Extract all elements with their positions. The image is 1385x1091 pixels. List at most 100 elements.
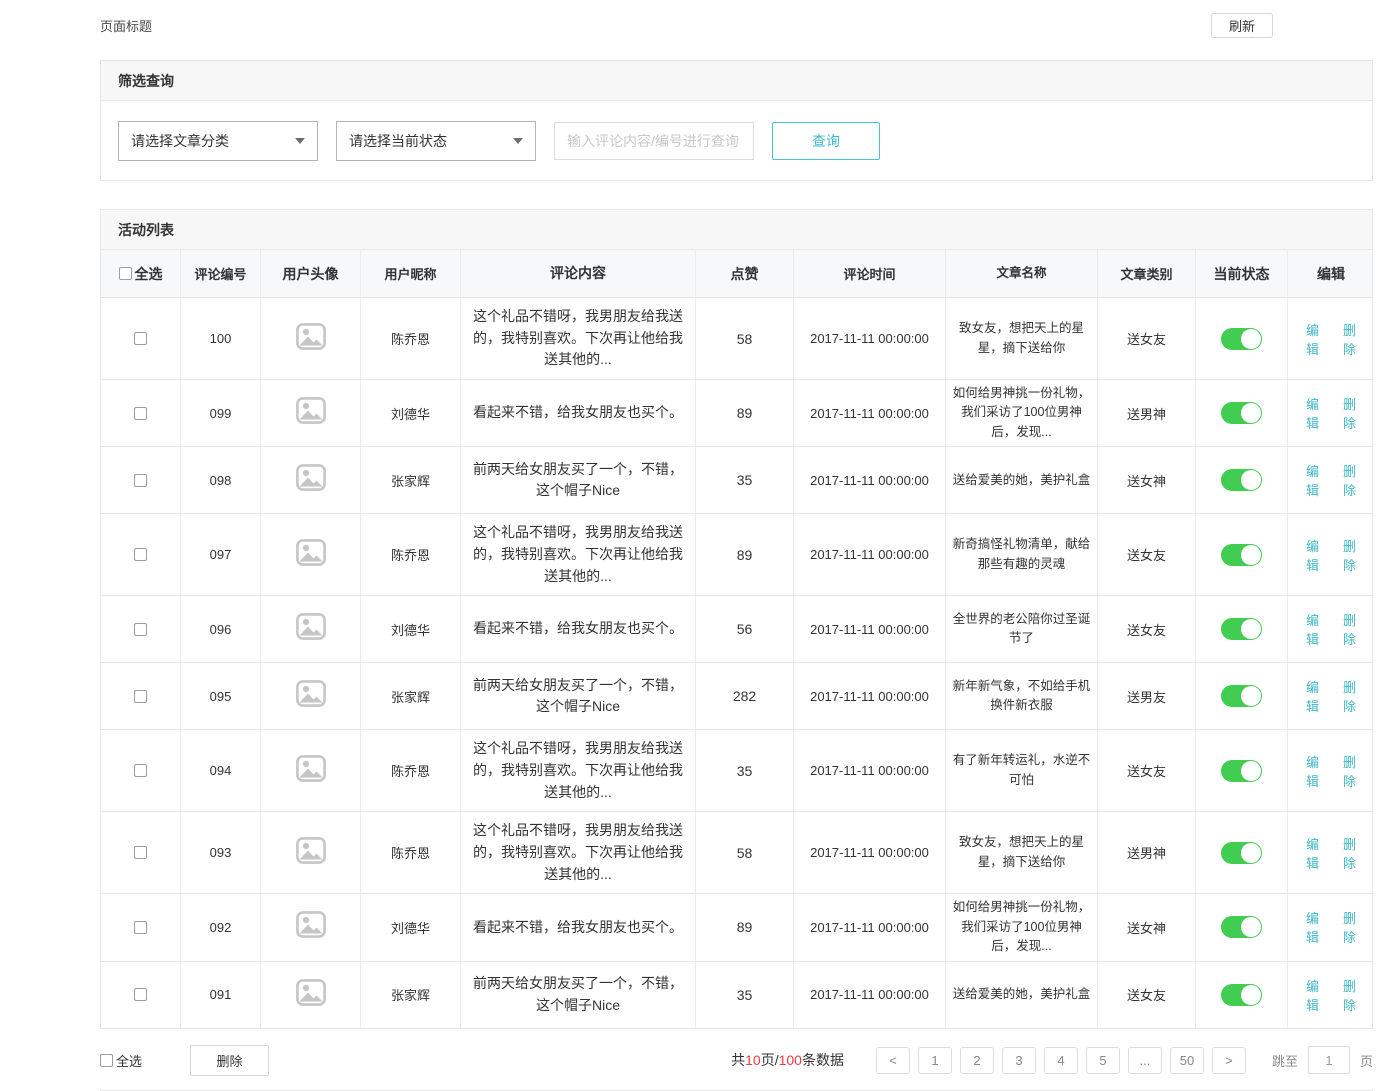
user-nickname: 张家辉 [361,663,461,730]
comment-time: 2017-11-11 00:00:00 [794,380,946,447]
page-button[interactable]: 2 [960,1047,994,1074]
likes-count: 89 [696,514,794,596]
comment-content: 这个礼品不错呀，我男朋友给我送的，我特别喜欢。下次再让他给我送其他的... [461,812,696,894]
status-toggle[interactable] [1221,469,1262,491]
row-checkbox[interactable] [134,764,147,777]
comment-id: 100 [181,298,261,380]
summary-count-suffix: 条数据 [802,1052,844,1068]
article-category-select[interactable]: 请选择文章分类 [118,121,318,161]
row-checkbox[interactable] [134,690,147,703]
delete-link[interactable]: 删除 [1337,536,1362,574]
status-toggle[interactable] [1221,544,1262,566]
edit-link[interactable]: 编辑 [1300,610,1325,648]
delete-link[interactable]: 删除 [1337,752,1362,790]
row-checkbox[interactable] [134,623,147,636]
delete-link[interactable]: 删除 [1337,320,1362,358]
avatar-placeholder-icon [296,979,326,1011]
page-button[interactable]: 50 [1170,1047,1204,1074]
current-status-select[interactable]: 请选择当前状态 [336,121,536,161]
edit-link[interactable]: 编辑 [1300,752,1325,790]
table-row: 096 刘德华 看起来不错，给我女朋友也买个。 56 2017-11-11 00… [101,596,1372,663]
row-checkbox[interactable] [134,921,147,934]
select-all-checkbox[interactable] [119,267,132,280]
comment-id: 098 [181,447,261,514]
comment-content: 这个礼品不错呀，我男朋友给我送的，我特别喜欢。下次再让他给我送其他的... [461,514,696,596]
edit-link[interactable]: 编辑 [1300,976,1325,1014]
toggle-knob [1241,545,1261,565]
status-toggle[interactable] [1221,760,1262,782]
footer-select-all-checkbox[interactable] [100,1054,113,1067]
table-row: 094 陈乔恩 这个礼品不错呀，我男朋友给我送的，我特别喜欢。下次再让他给我送其… [101,730,1372,812]
likes-count: 58 [696,298,794,380]
delete-link[interactable]: 删除 [1337,976,1362,1014]
footer-select-all: 全选 [100,1051,142,1070]
status-toggle[interactable] [1221,618,1262,640]
row-select-cell [101,380,181,447]
jump-page-input[interactable] [1308,1046,1350,1074]
article-category: 送女友 [1098,298,1196,380]
table-row: 093 陈乔恩 这个礼品不错呀，我男朋友给我送的，我特别喜欢。下次再让他给我送其… [101,812,1372,894]
edit-link[interactable]: 编辑 [1300,394,1325,432]
edit-link[interactable]: 编辑 [1300,461,1325,499]
delete-link[interactable]: 删除 [1337,834,1362,872]
edit-link[interactable]: 编辑 [1300,320,1325,358]
status-toggle[interactable] [1221,984,1262,1006]
page-button[interactable]: 1 [918,1047,952,1074]
edit-link[interactable]: 编辑 [1300,908,1325,946]
article-category: 送男神 [1098,380,1196,447]
bulk-delete-button[interactable]: 删除 [190,1045,269,1076]
avatar-placeholder-icon [296,397,326,429]
edit-link[interactable]: 编辑 [1300,536,1325,574]
status-cell [1196,380,1288,447]
row-checkbox[interactable] [134,407,147,420]
row-checkbox[interactable] [134,332,147,345]
table-row: 099 刘德华 看起来不错，给我女朋友也买个。 89 2017-11-11 00… [101,380,1372,447]
actions-cell: 编辑 删除 [1288,514,1374,596]
page-ellipsis[interactable]: ... [1128,1047,1162,1074]
column-header-nickname: 用户昵称 [361,250,461,298]
actions-cell: 编辑 删除 [1288,596,1374,663]
toggle-knob [1241,985,1261,1005]
edit-link[interactable]: 编辑 [1300,677,1325,715]
page-next-button[interactable]: > [1212,1047,1246,1074]
article-title: 致女友，想把天上的星星，摘下送给你 [946,812,1098,894]
row-select-cell [101,730,181,812]
comment-time: 2017-11-11 00:00:00 [794,894,946,961]
delete-link[interactable]: 删除 [1337,461,1362,499]
avatar-placeholder-icon [296,323,326,355]
row-checkbox[interactable] [134,846,147,859]
comment-id: 096 [181,596,261,663]
row-checkbox[interactable] [134,474,147,487]
current-status-select-value: 请选择当前状态 [349,131,447,151]
page-button[interactable]: 4 [1044,1047,1078,1074]
row-checkbox[interactable] [134,988,147,1001]
status-toggle[interactable] [1221,685,1262,707]
avatar-placeholder-icon [296,613,326,645]
delete-link[interactable]: 删除 [1337,908,1362,946]
refresh-button[interactable]: 刷新 [1211,13,1273,38]
status-cell [1196,447,1288,514]
select-all-label: 全选 [135,264,163,284]
page-button[interactable]: 3 [1002,1047,1036,1074]
status-toggle[interactable] [1221,328,1262,350]
comment-time: 2017-11-11 00:00:00 [794,447,946,514]
edit-link[interactable]: 编辑 [1300,834,1325,872]
status-toggle[interactable] [1221,842,1262,864]
status-toggle[interactable] [1221,402,1262,424]
search-input[interactable] [554,122,754,160]
page-button[interactable]: 5 [1086,1047,1120,1074]
comment-time: 2017-11-11 00:00:00 [794,730,946,812]
comment-id: 091 [181,962,261,1029]
status-toggle[interactable] [1221,916,1262,938]
page-prev-button[interactable]: < [876,1047,910,1074]
comment-id: 097 [181,514,261,596]
delete-link[interactable]: 删除 [1337,677,1362,715]
summary-record-count: 100 [779,1052,802,1068]
row-checkbox[interactable] [134,548,147,561]
delete-link[interactable]: 删除 [1337,610,1362,648]
article-category: 送女神 [1098,894,1196,961]
article-category: 送女神 [1098,447,1196,514]
status-cell [1196,730,1288,812]
delete-link[interactable]: 删除 [1337,394,1362,432]
query-button[interactable]: 查询 [772,122,880,160]
